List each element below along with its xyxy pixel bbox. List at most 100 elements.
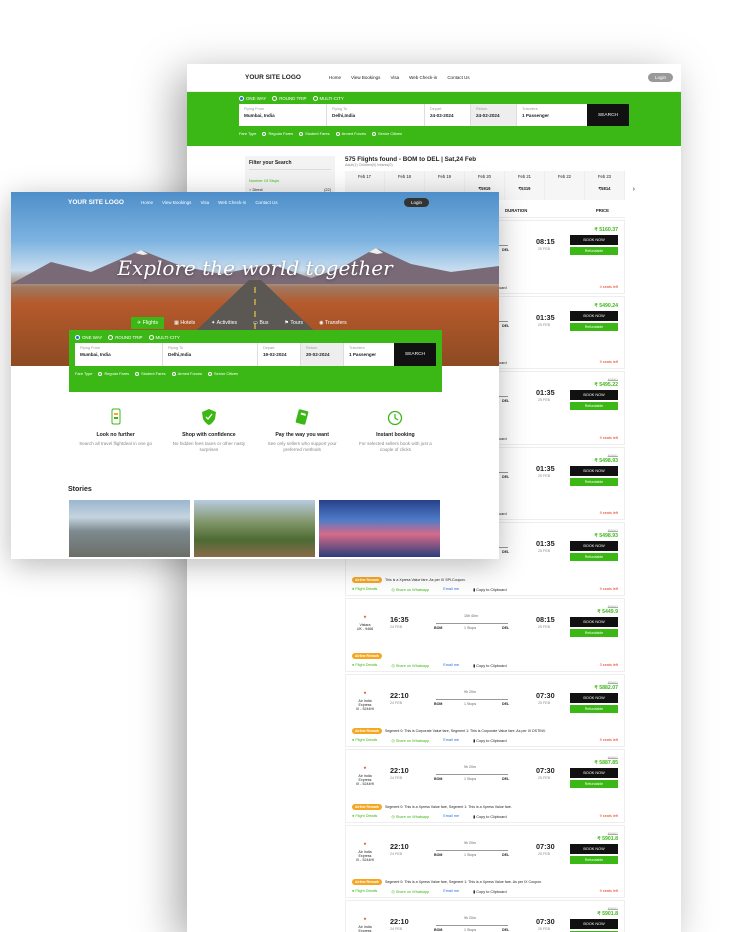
route-line xyxy=(436,622,508,624)
login-button[interactable]: Login xyxy=(403,198,429,207)
login-button[interactable]: Login xyxy=(647,73,673,82)
fare-regular[interactable]: Regular Fares xyxy=(98,371,129,376)
copy-link[interactable]: ▮ Copy to Clipboard xyxy=(473,738,507,743)
flight-details-link[interactable]: ● Flight Details xyxy=(352,814,377,819)
radio-round-trip[interactable]: ROUND TRIP xyxy=(272,96,307,102)
search-button[interactable]: SEARCH xyxy=(587,104,629,127)
from-field[interactable]: Flying From Mumbai, India xyxy=(239,104,327,127)
radio-one-way[interactable]: ONE WAY xyxy=(75,335,102,341)
nav-view-bookings[interactable]: View Bookings xyxy=(351,75,380,80)
share-whatsapp-link[interactable]: ◎ Share on Whatsapp xyxy=(391,738,429,743)
nav-home[interactable]: Home xyxy=(329,75,341,80)
fare-student[interactable]: Student Fares xyxy=(135,371,166,376)
stops: 1 Stops xyxy=(464,928,477,932)
to-field[interactable]: Flying To Delhi,India xyxy=(163,343,258,367)
flight-details-link[interactable]: ● Flight Details xyxy=(352,889,377,894)
fare-armed[interactable]: Armed Forces xyxy=(171,371,202,376)
share-whatsapp-link[interactable]: ◎ Share on Whatsapp xyxy=(391,587,429,592)
fare-senior[interactable]: Senior Citizen xyxy=(372,131,402,136)
nav-contact-us[interactable]: Contact Us xyxy=(255,200,277,205)
email-link[interactable]: Email me xyxy=(443,738,459,743)
share-whatsapp-link[interactable]: ◎ Share on Whatsapp xyxy=(391,814,429,819)
email-link[interactable]: Email me xyxy=(443,663,459,668)
date-cell[interactable]: Feb 23 ₹5814 xyxy=(585,171,625,200)
nav-home[interactable]: Home xyxy=(141,200,153,205)
shield-check-icon xyxy=(200,408,218,426)
service-tabs: ✈ Flights ▦ Hotels ✦ Activities ▭ Bus ⚑ … xyxy=(131,317,353,329)
email-link[interactable]: Email me xyxy=(443,587,459,592)
date-cell[interactable]: Feb 21 ₹5319 xyxy=(505,171,545,200)
travelers-field[interactable]: Travelers 1 Passenger xyxy=(517,104,575,126)
nav-visa[interactable]: Visa xyxy=(390,75,399,80)
arrival-time: 01:35 xyxy=(536,539,555,549)
story-image-snow-friends[interactable] xyxy=(319,500,440,557)
airline-info: ✷ Air India ExpressIX - 5244HI xyxy=(352,766,378,786)
copy-link[interactable]: ▮ Copy to Clipboard xyxy=(473,814,507,819)
tab-bus[interactable]: ▭ Bus xyxy=(247,317,274,329)
book-now-button[interactable]: BOOK NOW xyxy=(570,768,618,779)
book-now-button[interactable]: BOOK NOW xyxy=(570,843,618,854)
tab-flights[interactable]: ✈ Flights xyxy=(131,317,165,329)
tab-transfers[interactable]: ◉ Transfers xyxy=(313,317,353,329)
nav-visa[interactable]: Visa xyxy=(200,200,209,205)
share-whatsapp-link[interactable]: ◎ Share on Whatsapp xyxy=(391,663,429,668)
remark-badge: Airline Remark xyxy=(352,576,382,583)
header: YOUR SITE LOGO Home View Bookings Visa W… xyxy=(11,198,499,207)
book-now-button[interactable]: BOOK NOW xyxy=(570,616,618,627)
book-now-button[interactable]: BOOK NOW xyxy=(570,310,618,321)
price-box: ₹5661₹ 5901.8BOOK NOWRefundable xyxy=(570,832,618,864)
refundable-badge: Refundable xyxy=(570,704,618,713)
book-now-button[interactable]: BOOK NOW xyxy=(570,390,618,401)
fare-regular[interactable]: Regular Fares xyxy=(262,131,293,136)
radio-one-way[interactable]: ONE WAY xyxy=(239,96,266,102)
fare-armed[interactable]: Armed Forces xyxy=(335,131,366,136)
share-whatsapp-link[interactable]: ◎ Share on Whatsapp xyxy=(391,889,429,894)
from-field[interactable]: Flying From Mumbai, India xyxy=(75,343,163,367)
book-now-button[interactable]: BOOK NOW xyxy=(570,919,618,930)
departure-date: 24 FEB xyxy=(390,776,402,781)
card-footer: ● Flight Details ◎ Share on Whatsapp Email… xyxy=(352,587,618,592)
flight-details-link[interactable]: ● Flight Details xyxy=(352,587,377,592)
refundable-badge: Refundable xyxy=(570,553,618,562)
origin-code: BOM xyxy=(434,777,443,782)
book-now-button[interactable]: BOOK NOW xyxy=(570,465,618,476)
fare-student[interactable]: Student Fares xyxy=(299,131,330,136)
tab-hotels[interactable]: ▦ Hotels xyxy=(168,317,201,329)
radio-multi-city[interactable]: MULTI-CITY xyxy=(148,335,180,341)
book-now-button[interactable]: BOOK NOW xyxy=(570,541,618,552)
depart-field[interactable]: Depart 19-02-2024 xyxy=(258,343,301,367)
story-image-city[interactable] xyxy=(69,500,190,557)
email-link[interactable]: Email me xyxy=(443,889,459,894)
return-field[interactable]: Return 24-02-2024 xyxy=(471,104,517,127)
tab-tours[interactable]: ⚑ Tours xyxy=(278,317,309,329)
destination-code: DEL xyxy=(502,474,510,479)
nav-contact-us[interactable]: Contact Us xyxy=(447,75,469,80)
date-cell[interactable]: Feb 22 xyxy=(545,171,585,200)
radio-multi-city[interactable]: MULTI-CITY xyxy=(312,96,344,102)
return-field[interactable]: Return 20-02-2024 xyxy=(301,343,344,367)
story-image-village[interactable] xyxy=(194,500,315,557)
chevron-right-icon[interactable]: › xyxy=(633,186,635,193)
departure-time: 22:10 xyxy=(390,690,409,700)
copy-link[interactable]: ▮ Copy to Clipboard xyxy=(473,587,507,592)
to-field[interactable]: Flying To Delhi,India xyxy=(327,104,425,127)
remark-badge: Airline Remark xyxy=(352,728,382,735)
tab-activities[interactable]: ✦ Activities xyxy=(205,317,243,329)
search-button[interactable]: SEARCH xyxy=(394,343,436,367)
flight-details-link[interactable]: ● Flight Details xyxy=(352,663,377,668)
email-link[interactable]: Email me xyxy=(443,814,459,819)
radio-round-trip[interactable]: ROUND TRIP xyxy=(108,335,143,341)
book-now-button[interactable]: BOOK NOW xyxy=(570,692,618,703)
copy-link[interactable]: ▮ Copy to Clipboard xyxy=(473,663,507,668)
site-logo[interactable]: YOUR SITE LOGO xyxy=(68,199,124,206)
site-logo[interactable]: YOUR SITE LOGO xyxy=(245,74,301,81)
nav-web-checkin[interactable]: Web Check-in xyxy=(409,75,437,80)
travelers-field[interactable]: Travelers 1 Passenger xyxy=(344,343,394,366)
nav-web-checkin[interactable]: Web Check-in xyxy=(218,200,246,205)
copy-link[interactable]: ▮ Copy to Clipboard xyxy=(473,889,507,894)
fare-senior[interactable]: Senior Citizen xyxy=(208,371,238,376)
book-now-button[interactable]: BOOK NOW xyxy=(570,235,618,245)
nav-view-bookings[interactable]: View Bookings xyxy=(162,200,191,205)
depart-field[interactable]: Depart 24-02-2024 xyxy=(425,104,471,127)
flight-details-link[interactable]: ● Flight Details xyxy=(352,738,377,743)
